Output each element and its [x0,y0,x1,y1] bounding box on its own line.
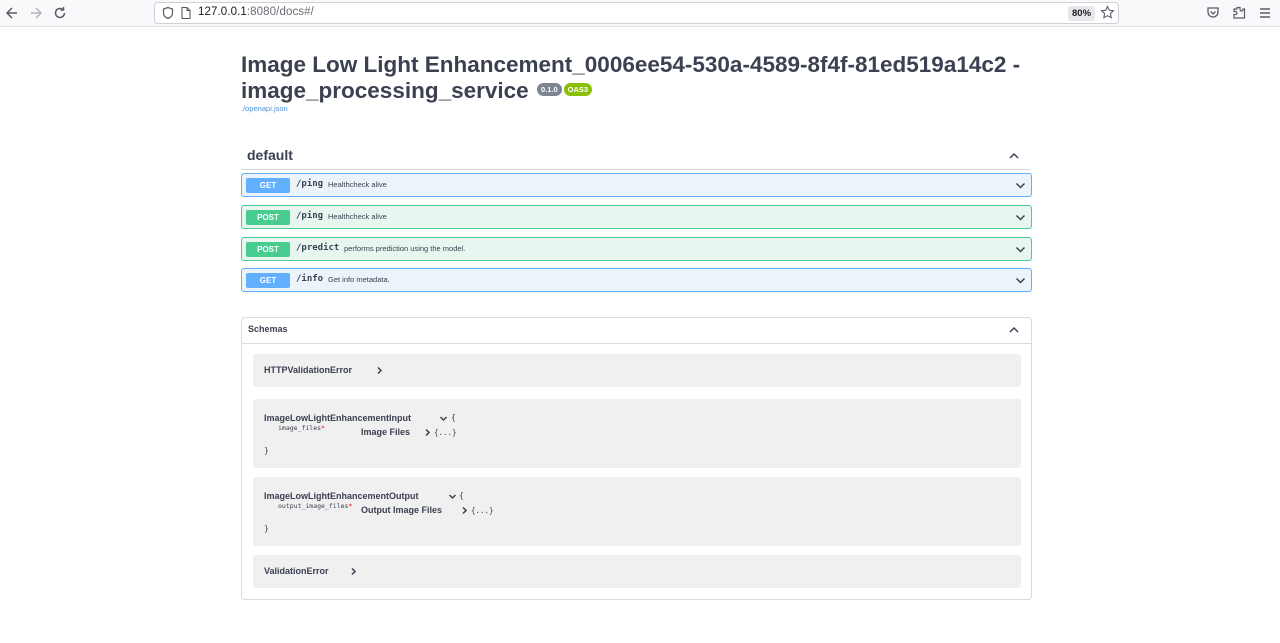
page-icon[interactable] [180,6,192,20]
chevron-up-icon[interactable] [1007,149,1021,163]
collapsed-object[interactable]: {...} [471,506,494,515]
model-name[interactable]: HTTPValidationError [264,365,352,375]
close-brace: } [264,446,269,455]
property-name: output_image_files* [278,502,353,510]
property-type[interactable]: Image Files [361,427,410,437]
operation-path: /ping [296,211,324,221]
chevron-right-icon[interactable] [423,428,432,437]
operation-post-ping[interactable]: POST /ping Healthcheck alive [241,205,1032,229]
chevron-right-icon[interactable] [375,366,384,375]
operation-path: /info [296,274,324,284]
chevron-down-icon[interactable] [1014,243,1027,256]
property-type[interactable]: Output Image Files [361,505,442,515]
operation-summary: Healthcheck alive [328,212,387,221]
api-info: Image Low Light Enhancement_0006ee54-530… [241,52,1031,113]
method-badge: GET [246,178,290,193]
chevron-right-icon[interactable] [349,567,358,576]
model-validation-error[interactable]: ValidationError [253,555,1021,588]
url-text[interactable]: 127.0.0.1:8080/docs#/ [198,6,314,18]
model-http-validation-error[interactable]: HTTPValidationError [253,354,1021,387]
collapsed-object[interactable]: {...} [434,428,457,437]
tag-section-default[interactable]: default [241,142,1031,170]
operation-summary: Healthcheck alive [328,180,387,189]
property-name: image_files* [278,424,325,432]
shield-icon[interactable] [161,6,175,20]
bookmark-star-icon[interactable] [1100,5,1115,20]
chevron-down-icon[interactable] [1014,179,1027,192]
reload-icon[interactable] [51,4,69,22]
operation-post-predict[interactable]: POST /predict performs prediction using … [241,237,1032,261]
operation-summary: performs prediction using the model. [344,244,466,253]
chevron-right-icon[interactable] [460,506,469,515]
operation-path: /predict [296,243,340,253]
back-arrow-icon[interactable] [3,4,21,22]
model-name[interactable]: ImageLowLightEnhancementInput [264,413,411,423]
section-title: default [247,147,293,163]
model-image-low-light-enhancement-output[interactable]: ImageLowLightEnhancementOutput { output_… [253,477,1021,546]
chevron-down-icon[interactable] [448,492,457,501]
model-name[interactable]: ImageLowLightEnhancementOutput [264,491,419,501]
forward-arrow-icon[interactable] [27,4,45,22]
operation-get-ping[interactable]: GET /ping Healthcheck alive [241,173,1032,197]
schemas-header[interactable]: Schemas [242,318,1031,344]
operation-summary: Get info metadata. [328,275,390,284]
required-marker: * [348,502,353,510]
oas-badge: OAS3 [563,83,593,96]
model-image-low-light-enhancement-input[interactable]: ImageLowLightEnhancementInput { image_fi… [253,399,1021,468]
version-badge: 0.1.0 [536,83,562,96]
url-bar[interactable]: 127.0.0.1:8080/docs#/ 80% [154,2,1119,24]
method-badge: GET [246,273,290,288]
operation-path: /ping [296,179,324,189]
chevron-down-icon[interactable] [1014,211,1027,224]
zoom-level-badge[interactable]: 80% [1068,6,1096,21]
chevron-down-icon[interactable] [439,414,448,423]
browser-toolbar: 127.0.0.1:8080/docs#/ 80% [0,0,1280,27]
method-badge: POST [246,242,290,257]
menu-icon[interactable] [1257,5,1273,21]
chevron-up-icon[interactable] [1007,323,1021,337]
chevron-down-icon[interactable] [1014,274,1027,287]
model-name[interactable]: ValidationError [264,566,329,576]
page-title: Image Low Light Enhancement_0006ee54-530… [241,52,1021,103]
extensions-icon[interactable] [1231,5,1247,21]
open-brace: { [459,491,464,500]
schemas-title: Schemas [248,324,288,334]
operation-get-info[interactable]: GET /info Get info metadata. [241,268,1032,292]
close-brace: } [264,524,269,533]
schemas-section: Schemas HTTPValidationError ImageLowLigh… [241,317,1032,600]
open-brace: { [451,413,456,422]
pocket-icon[interactable] [1205,5,1221,21]
method-badge: POST [246,210,290,225]
openapi-json-link[interactable]: ./openapi.json [241,104,1031,113]
required-marker: * [321,424,325,432]
